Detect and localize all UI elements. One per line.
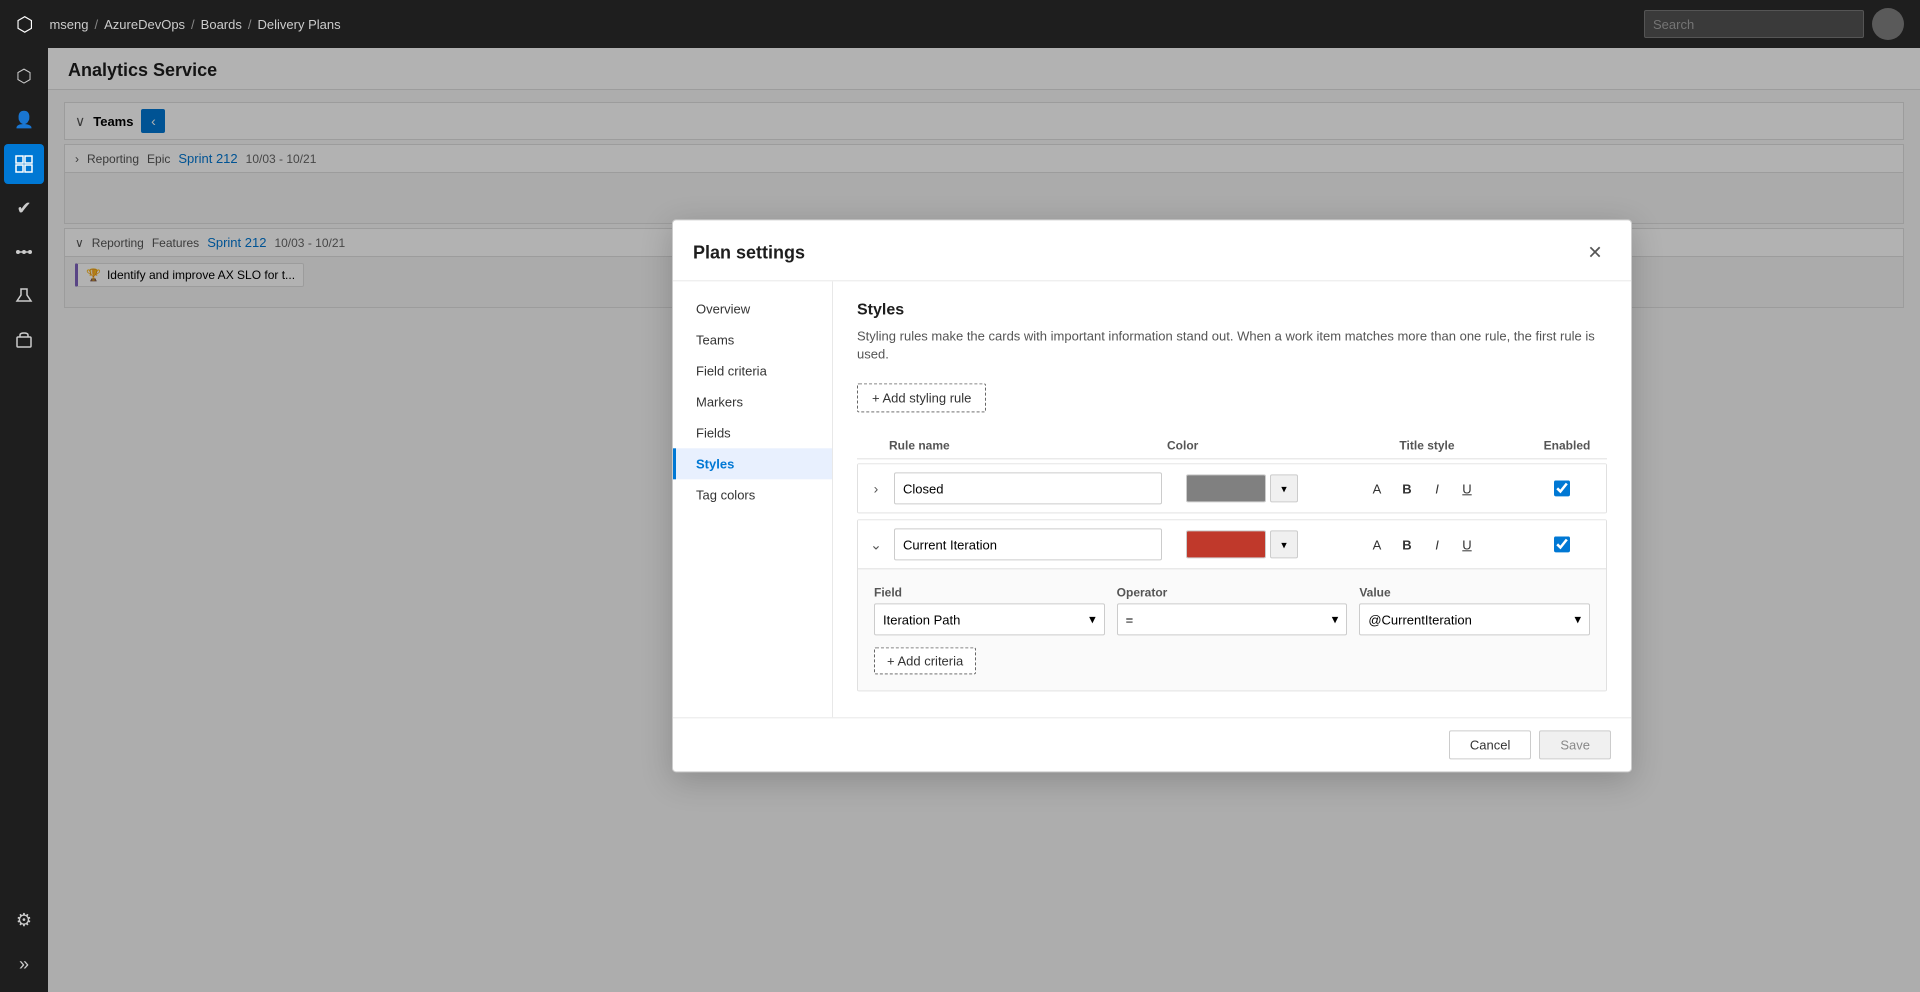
operator-value: = [1126,612,1134,627]
nav-item-styles[interactable]: Styles [673,448,832,479]
breadcrumb-sep-2: / [248,17,252,32]
operator-selector: Operator = ▾ [1117,586,1348,636]
test-svg-icon [15,287,33,305]
cancel-button[interactable]: Cancel [1449,731,1531,760]
breadcrumb-azuredevops[interactable]: AzureDevOps [104,17,185,32]
left-sidebar: ⬡ 👤 ✔ ⚙ » [0,48,48,992]
rule-row-current-iteration: ⌄ ▾ A B I U [857,520,1607,692]
dialog-header: Plan settings ✕ [673,220,1631,281]
nav-item-fields[interactable]: Fields [673,417,832,448]
nav-item-field-criteria[interactable]: Field criteria [673,355,832,386]
global-search-input[interactable] [1644,10,1864,38]
rule-closed-style-a[interactable]: A [1364,476,1390,502]
rule-closed-style-bold[interactable]: B [1394,476,1420,502]
sidebar-icon-artifacts[interactable] [4,320,44,360]
sidebar-bottom: ⚙ » [4,900,44,984]
rule-closed-style-italic[interactable]: I [1424,476,1450,502]
add-styling-rule-button[interactable]: + Add styling rule [857,384,986,413]
rule-ci-style-underline[interactable]: U [1454,532,1480,558]
nav-item-tag-colors[interactable]: Tag colors [673,479,832,510]
sidebar-icon-expand[interactable]: » [4,944,44,984]
styles-section-desc: Styling rules make the cards with import… [857,327,1607,363]
value-value: @CurrentIteration [1368,612,1472,627]
rule-closed-expand-btn[interactable]: › [862,475,890,503]
rule-closed-enabled [1522,481,1602,497]
rule-current-iteration-color-dropdown[interactable]: ▾ [1270,531,1298,559]
rule-current-iteration-name-input[interactable] [894,529,1162,561]
col-enabled: Enabled [1527,439,1607,453]
breadcrumb: mseng / AzureDevOps / Boards / Delivery … [49,17,340,32]
rule-closed-name-input[interactable] [894,473,1162,505]
rule-closed-style-btns: A B I U [1322,476,1522,502]
styles-section-title: Styles [857,301,1607,319]
breadcrumb-boards[interactable]: Boards [201,17,242,32]
save-button[interactable]: Save [1539,731,1611,760]
plan-settings-dialog: Plan settings ✕ Overview Teams Field cri… [672,219,1632,772]
sidebar-icon-test[interactable] [4,276,44,316]
value-label: Value [1359,586,1590,600]
operator-dropdown-arrow: ▾ [1332,612,1339,628]
field-value: Iteration Path [883,612,960,627]
field-label: Field [874,586,1105,600]
rule-closed-style-underline[interactable]: U [1454,476,1480,502]
breadcrumb-delivery-plans[interactable]: Delivery Plans [258,17,341,32]
sidebar-icon-workitems[interactable]: ✔ [4,188,44,228]
rule-ci-style-a[interactable]: A [1364,532,1390,558]
user-avatar[interactable] [1872,8,1904,40]
breadcrumb-sep-1: / [191,17,195,32]
value-dropdown-arrow: ▾ [1574,612,1581,628]
field-dropdown-arrow: ▾ [1089,612,1096,628]
app-logo[interactable]: ⬡ [16,12,33,37]
dialog-main: Styles Styling rules make the cards with… [833,281,1631,717]
dialog-nav: Overview Teams Field criteria Markers Fi… [673,281,833,717]
rule-closed-color-select: ▾ [1162,475,1322,503]
rule-current-iteration-color-select: ▾ [1162,531,1322,559]
col-rule-name: Rule name [889,439,1167,453]
top-nav: ⬡ mseng / AzureDevOps / Boards / Deliver… [0,0,1920,48]
operator-dropdown[interactable]: = ▾ [1117,604,1348,636]
rule-ci-style-bold[interactable]: B [1394,532,1420,558]
breadcrumb-mseng[interactable]: mseng [49,17,88,32]
rule-closed-color-dropdown[interactable]: ▾ [1270,475,1298,503]
boards-svg-icon [15,155,33,173]
sidebar-icon-home[interactable]: ⬡ [4,56,44,96]
criteria-row-1: Field Iteration Path ▾ Operator = ▾ [874,586,1590,636]
field-selector: Field Iteration Path ▾ [874,586,1105,636]
operator-label: Operator [1117,586,1348,600]
rule-ci-style-italic[interactable]: I [1424,532,1450,558]
col-color: Color [1167,439,1327,453]
col-title-style: Title style [1327,439,1527,453]
rule-row-closed: › ▾ A B I U [857,464,1607,514]
rule-current-iteration-expand-btn[interactable]: ⌄ [862,531,890,559]
rule-closed-color-swatch[interactable] [1186,475,1266,503]
sidebar-icon-pipelines[interactable] [4,232,44,272]
rules-header: Rule name Color Title style Enabled [857,433,1607,460]
artifacts-svg-icon [15,331,33,349]
value-dropdown[interactable]: @CurrentIteration ▾ [1359,604,1590,636]
rule-current-iteration-color-swatch[interactable] [1186,531,1266,559]
sidebar-icon-boards[interactable] [4,144,44,184]
value-selector: Value @CurrentIteration ▾ [1359,586,1590,636]
add-criteria-button[interactable]: + Add criteria [874,648,976,675]
sidebar-icon-settings[interactable]: ⚙ [4,900,44,940]
rule-current-iteration-expanded: Field Iteration Path ▾ Operator = ▾ [858,569,1606,691]
rule-current-iteration-checkbox[interactable] [1554,537,1570,553]
nav-item-markers[interactable]: Markers [673,386,832,417]
rule-current-iteration-style-btns: A B I U [1322,532,1522,558]
pipelines-svg-icon [15,243,33,261]
nav-item-overview[interactable]: Overview [673,293,832,324]
breadcrumb-sep-0: / [95,17,99,32]
dialog-body: Overview Teams Field criteria Markers Fi… [673,281,1631,717]
dialog-title: Plan settings [693,242,805,263]
nav-item-teams[interactable]: Teams [673,324,832,355]
field-dropdown[interactable]: Iteration Path ▾ [874,604,1105,636]
sidebar-icon-profile[interactable]: 👤 [4,100,44,140]
rule-closed-checkbox[interactable] [1554,481,1570,497]
top-nav-right [1644,8,1904,40]
rule-current-iteration-enabled [1522,537,1602,553]
rule-current-iteration-header: ⌄ ▾ A B I U [858,521,1606,569]
dialog-footer: Cancel Save [673,718,1631,772]
dialog-close-button[interactable]: ✕ [1579,236,1611,268]
rule-closed-header: › ▾ A B I U [858,465,1606,513]
